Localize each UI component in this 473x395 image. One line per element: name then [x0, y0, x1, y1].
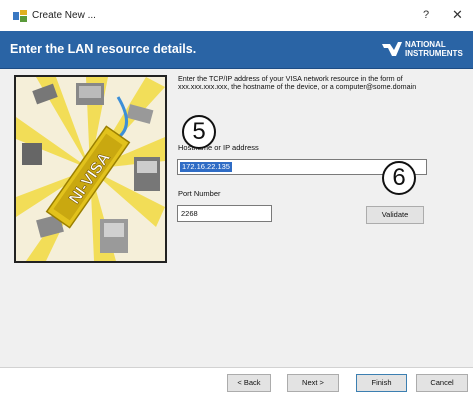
header-banner: Enter the LAN resource details. NATIONAL… [0, 31, 473, 69]
next-button[interactable]: Next > [287, 374, 339, 392]
port-input[interactable]: 2268 [177, 205, 272, 222]
close-button[interactable]: ✕ [452, 7, 463, 23]
instruction-text: Enter the TCP/IP address of your VISA ne… [178, 74, 417, 92]
step-6-callout: 6 [382, 161, 416, 195]
help-button[interactable]: ? [423, 9, 429, 21]
validate-button[interactable]: Validate [366, 206, 424, 224]
app-icon [13, 10, 27, 22]
ni-visa-illustration: NI-VISA [14, 75, 167, 263]
wizard-content: NI-VISA Enter the TCP/IP address of your… [0, 69, 473, 368]
eagle-icon [382, 42, 402, 56]
step-5-callout: 5 [182, 115, 216, 149]
page-heading: Enter the LAN resource details. [10, 42, 197, 56]
address-value: 172.16.22.135 [180, 162, 232, 172]
finish-button[interactable]: Finish [356, 374, 407, 392]
ni-logo: NATIONAL INSTRUMENTS [382, 40, 473, 62]
illustration-graphic: NI-VISA [16, 77, 165, 261]
title-bar: Create New ... ? ✕ [0, 0, 473, 31]
cancel-button[interactable]: Cancel [416, 374, 468, 392]
back-button[interactable]: < Back [227, 374, 271, 392]
window-title: Create New ... [32, 10, 96, 21]
port-label: Port Number [178, 189, 221, 198]
